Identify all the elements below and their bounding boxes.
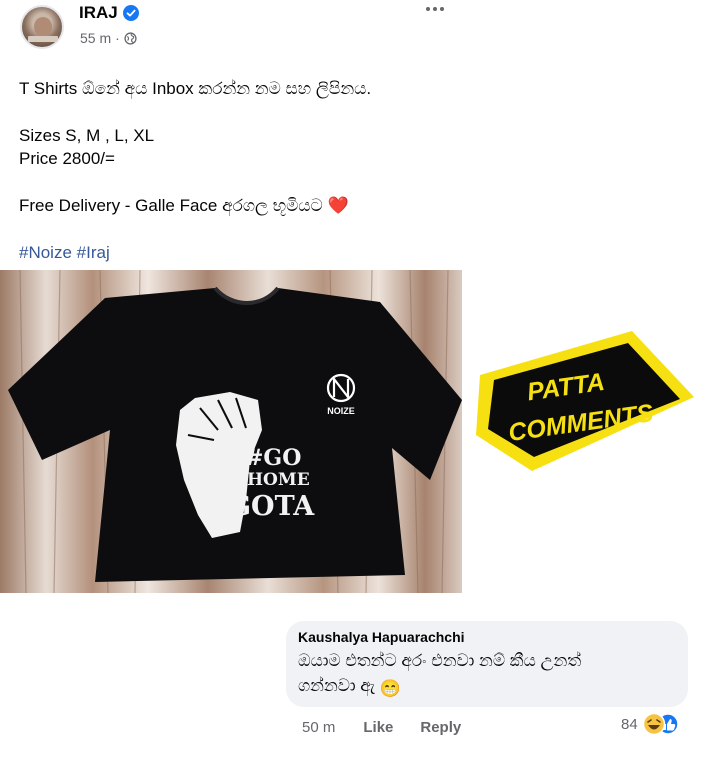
post-line-4-text: Free Delivery - Galle Face අරගල භූමියට [19,196,323,215]
comment-author[interactable]: Kaushalya Hapuarachchi [298,629,676,645]
like-button[interactable]: Like [363,719,393,736]
shirt-text-line3: GOTA [228,491,315,522]
reaction-count: 84 [621,715,638,733]
reaction-icons [642,712,679,736]
author-avatar[interactable] [20,5,64,49]
more-dot-icon [426,7,430,11]
author-line: IRAJ [79,3,139,23]
comment-text-line2-wrap: ගන්නවා ඇ 😁 [298,673,676,701]
post-photo[interactable]: NOIZE #GO HOME GOTA [0,270,462,593]
shirt-text-line2: HOME [247,470,310,490]
comment-actions: 50 m Like Reply [302,719,461,736]
shirt-brand-text: NOIZE [327,406,355,416]
more-dot-icon [433,7,437,11]
more-dot-icon [440,7,444,11]
shirt-text-line1: #GO [245,445,301,471]
sticker-graphic: PATTA COMMENTS [476,331,694,471]
comment-text: ඔයාම එතන්ට අරං එනවා නම් කීය උනත් ගන්නවා … [298,648,676,701]
patta-comments-sticker: PATTA COMMENTS [472,325,704,475]
post-hashtags: #Noize #Iraj [19,241,371,264]
hashtag-link[interactable]: #Iraj [77,243,110,262]
tshirt-photo: NOIZE #GO HOME GOTA [0,270,462,593]
comment-text-line1: ඔයාම එතන්ට අරං එනවා නම් කීය උනත් [298,651,582,670]
post-line-1: T Shirts ඕනේ අය Inbox කරන්න නම සහ ලිපිනය… [19,79,372,98]
post-line-3: Price 2800/= [19,149,115,168]
comment-timestamp[interactable]: 50 m [302,719,335,736]
heart-emoji: ❤️ [327,196,349,215]
hashtag-link[interactable]: #Noize [19,243,72,262]
post-timestamp[interactable]: 55 m [80,30,111,46]
more-options-button[interactable] [426,7,444,11]
post-line-2: Sizes S, M , L, XL [19,126,155,145]
avatar-label [28,36,58,42]
haha-reaction-icon [642,712,665,736]
post-meta: 55 m · [80,30,137,46]
comment-bubble: Kaushalya Hapuarachchi ඔයාම එතන්ට අරං එන… [286,621,688,707]
author-name[interactable]: IRAJ [79,3,118,23]
globe-icon [124,31,137,45]
meta-separator: · [115,30,120,46]
post-body: T Shirts ඕනේ අය Inbox කරන්න නම සහ ලිපිනය… [19,77,371,264]
grin-emoji: 😁 [379,679,401,698]
verified-badge-icon [122,5,139,21]
comment-text-line2: ගන්නවා ඇ [298,676,376,695]
comment-reactions[interactable]: 84 [621,712,682,736]
avatar-face [34,17,52,37]
reply-button[interactable]: Reply [420,719,461,736]
post-line-4: Free Delivery - Galle Face අරගල භූමියට ❤… [19,194,371,217]
